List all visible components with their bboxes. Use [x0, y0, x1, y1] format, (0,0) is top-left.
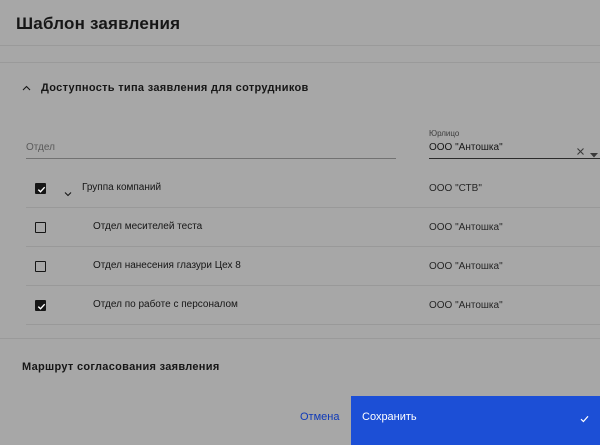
modal-title: Шаблон заявления — [16, 14, 181, 33]
row-org: ООО "Антошка" — [429, 300, 503, 311]
chevron-up-icon — [22, 85, 31, 91]
row-org: ООО "Антошка" — [429, 261, 503, 272]
availability-section-toggle[interactable]: Доступность типа заявления для сотрудник… — [22, 80, 309, 96]
header-divider — [0, 45, 600, 46]
row-checkbox[interactable] — [35, 183, 46, 194]
department-input[interactable] — [26, 136, 396, 158]
row-checkbox[interactable] — [35, 300, 46, 311]
caret-down-icon[interactable] — [590, 145, 598, 163]
save-button-label: Сохранить — [362, 411, 417, 423]
row-name: Группа компаний — [82, 182, 162, 193]
section-divider-top — [0, 62, 600, 63]
list-item: Отдел нанесения глазури Цех 8 ООО "Антош… — [26, 247, 600, 285]
cancel-button[interactable]: Отмена — [300, 411, 339, 423]
row-name: Отдел нанесения глазури Цех 8 — [93, 260, 241, 271]
row-name: Отдел месителей теста — [93, 221, 203, 232]
row-org: ООО "СТВ" — [429, 183, 482, 194]
legal-entity-value: ООО "Антошка" — [429, 142, 503, 153]
list-item: Отдел по работе с персоналом ООО "Антошк… — [26, 286, 600, 324]
availability-section-title: Доступность типа заявления для сотрудник… — [41, 82, 309, 94]
section-divider-bottom — [0, 338, 600, 339]
row-name: Отдел по работе с персоналом — [93, 299, 238, 310]
row-checkbox[interactable] — [35, 222, 46, 233]
list-item: Группа компаний ООО "СТВ" — [26, 169, 600, 207]
chevron-down-icon[interactable] — [64, 184, 72, 202]
row-org: ООО "Антошка" — [429, 222, 503, 233]
department-field — [26, 136, 396, 159]
save-button[interactable]: Сохранить — [351, 396, 600, 445]
legal-entity-select[interactable]: ООО "Антошка" — [429, 140, 600, 159]
row-checkbox[interactable] — [35, 261, 46, 272]
route-section-title[interactable]: Маршрут согласования заявления — [22, 361, 220, 373]
row-divider — [26, 324, 600, 325]
list-item: Отдел месителей теста ООО "Антошка" — [26, 208, 600, 246]
close-icon[interactable] — [576, 143, 585, 155]
legal-entity-label: Юрлицо — [429, 129, 460, 138]
